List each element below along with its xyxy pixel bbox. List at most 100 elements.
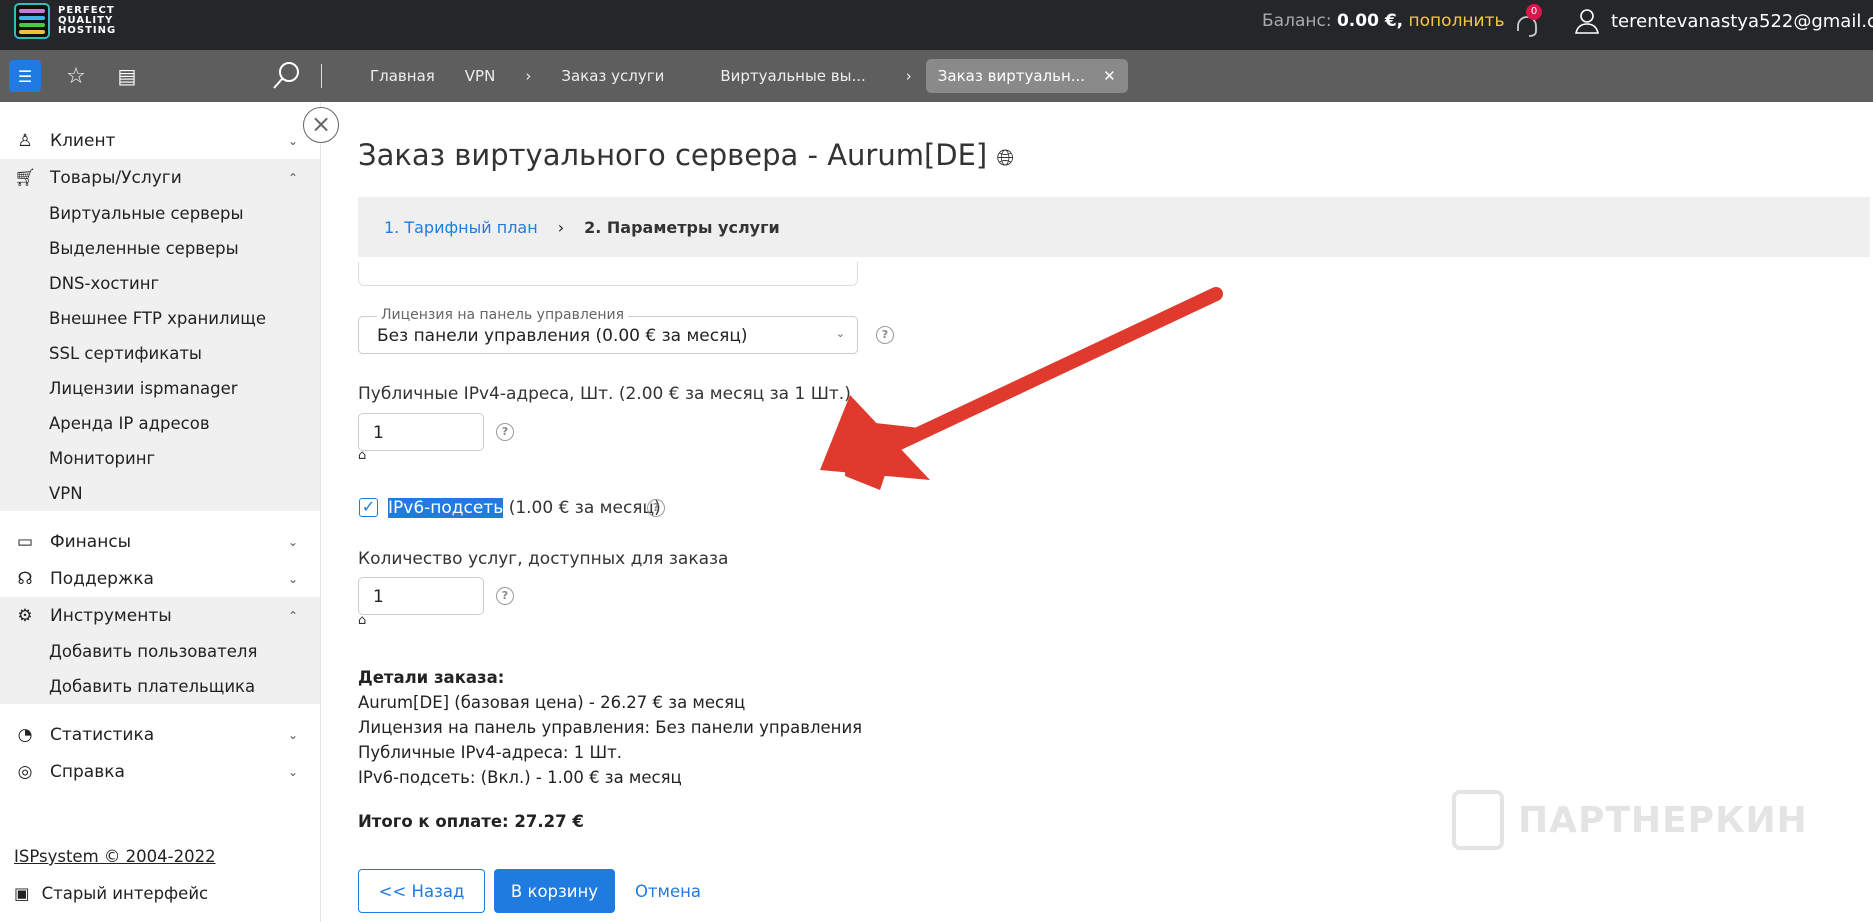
old-interface-link[interactable]: ▣ Старый интерфейс xyxy=(14,884,208,903)
client-icon: ♙ xyxy=(17,130,33,151)
red-arrow-annotation xyxy=(820,287,1223,490)
details-line: IPv6-подсеть: (Вкл.) - 1.00 € за месяц xyxy=(358,768,682,787)
ipv6-label[interactable]: IPv6-подсеть (1.00 € за месяц) xyxy=(388,498,661,518)
sidebar-item-stats[interactable]: ◔ Статистика ⌄ xyxy=(0,716,320,753)
license-value: Без панели управления (0.00 € за месяц) xyxy=(377,326,748,346)
notification-badge: 0 xyxy=(1526,4,1542,20)
balance: Баланс: 0.00 €, пополнить xyxy=(1262,11,1505,31)
breadcrumb-active-tab[interactable]: Заказ виртуальн... ✕ xyxy=(925,59,1128,93)
ipv6-label-text: IPv6-подсеть xyxy=(388,498,504,518)
help-icon[interactable]: ? xyxy=(496,587,514,605)
breadcrumb-item[interactable]: Заказ услуги xyxy=(561,67,664,85)
step-params: 2. Параметры услуги xyxy=(584,217,780,237)
logo[interactable]: PERFECT QUALITY HOSTING xyxy=(14,3,116,39)
search-icon[interactable] xyxy=(270,60,302,92)
page-title-text: Заказ виртуального сервера - Aurum[DE] xyxy=(358,138,988,172)
chevron-down-icon: ⌄ xyxy=(287,727,298,742)
ipv4-label: Публичные IPv4-адреса, Шт. (2.00 € за ме… xyxy=(358,384,851,404)
sidebar-subitem[interactable]: Лицензии ispmanager xyxy=(0,371,320,406)
chevron-right-icon: › xyxy=(557,217,565,237)
balance-label: Баланс: xyxy=(1262,11,1332,31)
breadcrumb-item[interactable]: Главная xyxy=(370,67,435,85)
topup-link[interactable]: пополнить xyxy=(1409,11,1505,31)
help-icon[interactable]: ? xyxy=(647,499,665,517)
chevron-right-icon: › xyxy=(905,67,912,85)
close-sidebar-button[interactable]: × xyxy=(303,107,339,143)
order-details: Детали заказа: Aurum[DE] (базовая цена) … xyxy=(358,665,862,790)
divider xyxy=(321,64,322,88)
sidebar-subitem[interactable]: Выделенные серверы xyxy=(0,231,320,266)
step-tariff[interactable]: 1. Тарифный план xyxy=(384,218,538,237)
breadcrumb-item[interactable]: Виртуальные вы... xyxy=(720,67,865,85)
logo-line: HOSTING xyxy=(58,25,117,36)
star-icon[interactable]: ☆ xyxy=(60,60,92,92)
headset-icon: ☊ xyxy=(17,568,33,589)
sidebar-subitem[interactable]: Мониторинг xyxy=(0,441,320,476)
chevron-right-icon: › xyxy=(525,67,532,85)
sidebar-subitem[interactable]: Аренда IP адресов xyxy=(0,406,320,441)
cancel-link[interactable]: Отмена xyxy=(628,869,708,913)
details-line: Лицензия на панель управления: Без панел… xyxy=(358,718,863,737)
chevron-up-icon: ⌃ xyxy=(287,608,298,623)
details-title: Детали заказа: xyxy=(358,668,505,687)
sidebar-item-goods[interactable]: 🛒︎ Товары/Услуги ⌃ xyxy=(0,159,320,196)
sidebar-subitem[interactable]: Виртуальные серверы xyxy=(0,196,320,231)
copyright-link[interactable]: ISPsystem © 2004-2022 xyxy=(14,847,216,866)
help-icon[interactable]: ? xyxy=(496,423,514,441)
sidebar: ♙ Клиент ⌄ 🛒︎ Товары/Услуги ⌃ Виртуальные се… xyxy=(0,102,321,922)
back-button[interactable]: << Назад xyxy=(358,869,485,913)
top-bar: PERFECT QUALITY HOSTING Баланс: 0.00 €, по… xyxy=(0,0,1873,50)
cart-icon: 🛒︎ xyxy=(14,167,36,188)
sidebar-label: Справка xyxy=(50,761,125,782)
user-email: terentevanastya522@gmail.com xyxy=(1611,10,1873,32)
sidebar-subitem[interactable]: SSL сертификаты xyxy=(0,336,320,371)
page-title: Заказ виртуального сервера - Aurum[DE] 🌐… xyxy=(358,138,1014,172)
watermark-logo-icon xyxy=(1452,790,1504,850)
sidebar-item-tools[interactable]: ⚙ Инструменты ⌃ xyxy=(0,597,320,634)
watermark: ПАРТНЕРКИН xyxy=(1452,790,1808,850)
license-select[interactable]: Лицензия на панель управления Без панели … xyxy=(358,307,858,354)
balance-value: 0.00 €, xyxy=(1336,11,1404,31)
pie-chart-icon: ◔ xyxy=(17,724,33,745)
details-line: Aurum[DE] (базовая цена) - 26.27 € за ме… xyxy=(358,693,746,712)
user-icon xyxy=(1575,9,1599,34)
old-ui-icon: ▣ xyxy=(14,884,30,903)
chevron-down-icon: ⌄ xyxy=(287,571,298,586)
add-to-cart-button[interactable]: В корзину xyxy=(494,869,615,913)
details-line: Публичные IPv4-адреса: 1 Шт. xyxy=(358,743,622,762)
sidebar-label: Товары/Услуги xyxy=(50,167,182,188)
old-ui-label: Старый интерфейс xyxy=(41,884,209,903)
sidebar-label: Статистика xyxy=(50,724,155,745)
breadcrumb: Главная VPN › Заказ услуги Виртуальные в… xyxy=(370,50,1128,102)
sidebar-item-help[interactable]: ◎ Справка ⌄ xyxy=(0,753,320,790)
sidebar-subitem[interactable]: DNS-хостинг xyxy=(0,266,320,301)
ipv4-input[interactable]: 1 xyxy=(358,413,484,451)
chevron-down-icon: ⌄ xyxy=(287,764,298,779)
sidebar-label: Инструменты xyxy=(50,605,172,626)
globe-icon: 🌐︎ xyxy=(996,146,1015,171)
sidebar-subitem[interactable]: Добавить пользователя xyxy=(0,634,320,669)
sidebar-item-support[interactable]: ☊ Поддержка ⌄ xyxy=(0,560,320,597)
briefcase-icon[interactable]: ▤ xyxy=(111,60,143,92)
previous-field xyxy=(358,262,858,286)
sidebar-item-finance[interactable]: ▭ Финансы ⌄ xyxy=(0,523,320,560)
user-menu[interactable]: terentevanastya522@gmail.com xyxy=(1575,8,1873,34)
qty-input[interactable]: 1 xyxy=(358,577,484,615)
slider-handle-icon[interactable]: ⌂ xyxy=(358,448,366,463)
breadcrumb-item[interactable]: VPN xyxy=(465,67,496,85)
chevron-up-icon: ⌃ xyxy=(287,170,298,185)
wizard-steps: 1. Тарифный план › 2. Параметры услуги xyxy=(358,197,1870,257)
sidebar-label: Клиент xyxy=(50,130,116,151)
sidebar-item-client[interactable]: ♙ Клиент ⌄ xyxy=(0,122,320,159)
tree-menu-icon[interactable]: ☰ xyxy=(9,60,41,92)
sidebar-subitem[interactable]: VPN xyxy=(0,476,320,511)
watermark-text: ПАРТНЕРКИН xyxy=(1518,799,1808,841)
slider-handle-icon[interactable]: ⌂ xyxy=(358,613,366,628)
close-tab-icon[interactable]: ✕ xyxy=(1103,67,1116,85)
toolbar: ☰ ☆ ▤ Главная VPN › Заказ услуги Виртуал… xyxy=(0,50,1873,102)
ipv6-checkbox[interactable]: ✓ xyxy=(359,498,378,517)
sidebar-subitem[interactable]: Внешнее FTP хранилище xyxy=(0,301,320,336)
sidebar-subitem[interactable]: Добавить плательщика xyxy=(0,669,320,704)
gear-icon: ⚙ xyxy=(17,605,33,626)
chevron-down-icon: ⌄ xyxy=(287,133,298,148)
